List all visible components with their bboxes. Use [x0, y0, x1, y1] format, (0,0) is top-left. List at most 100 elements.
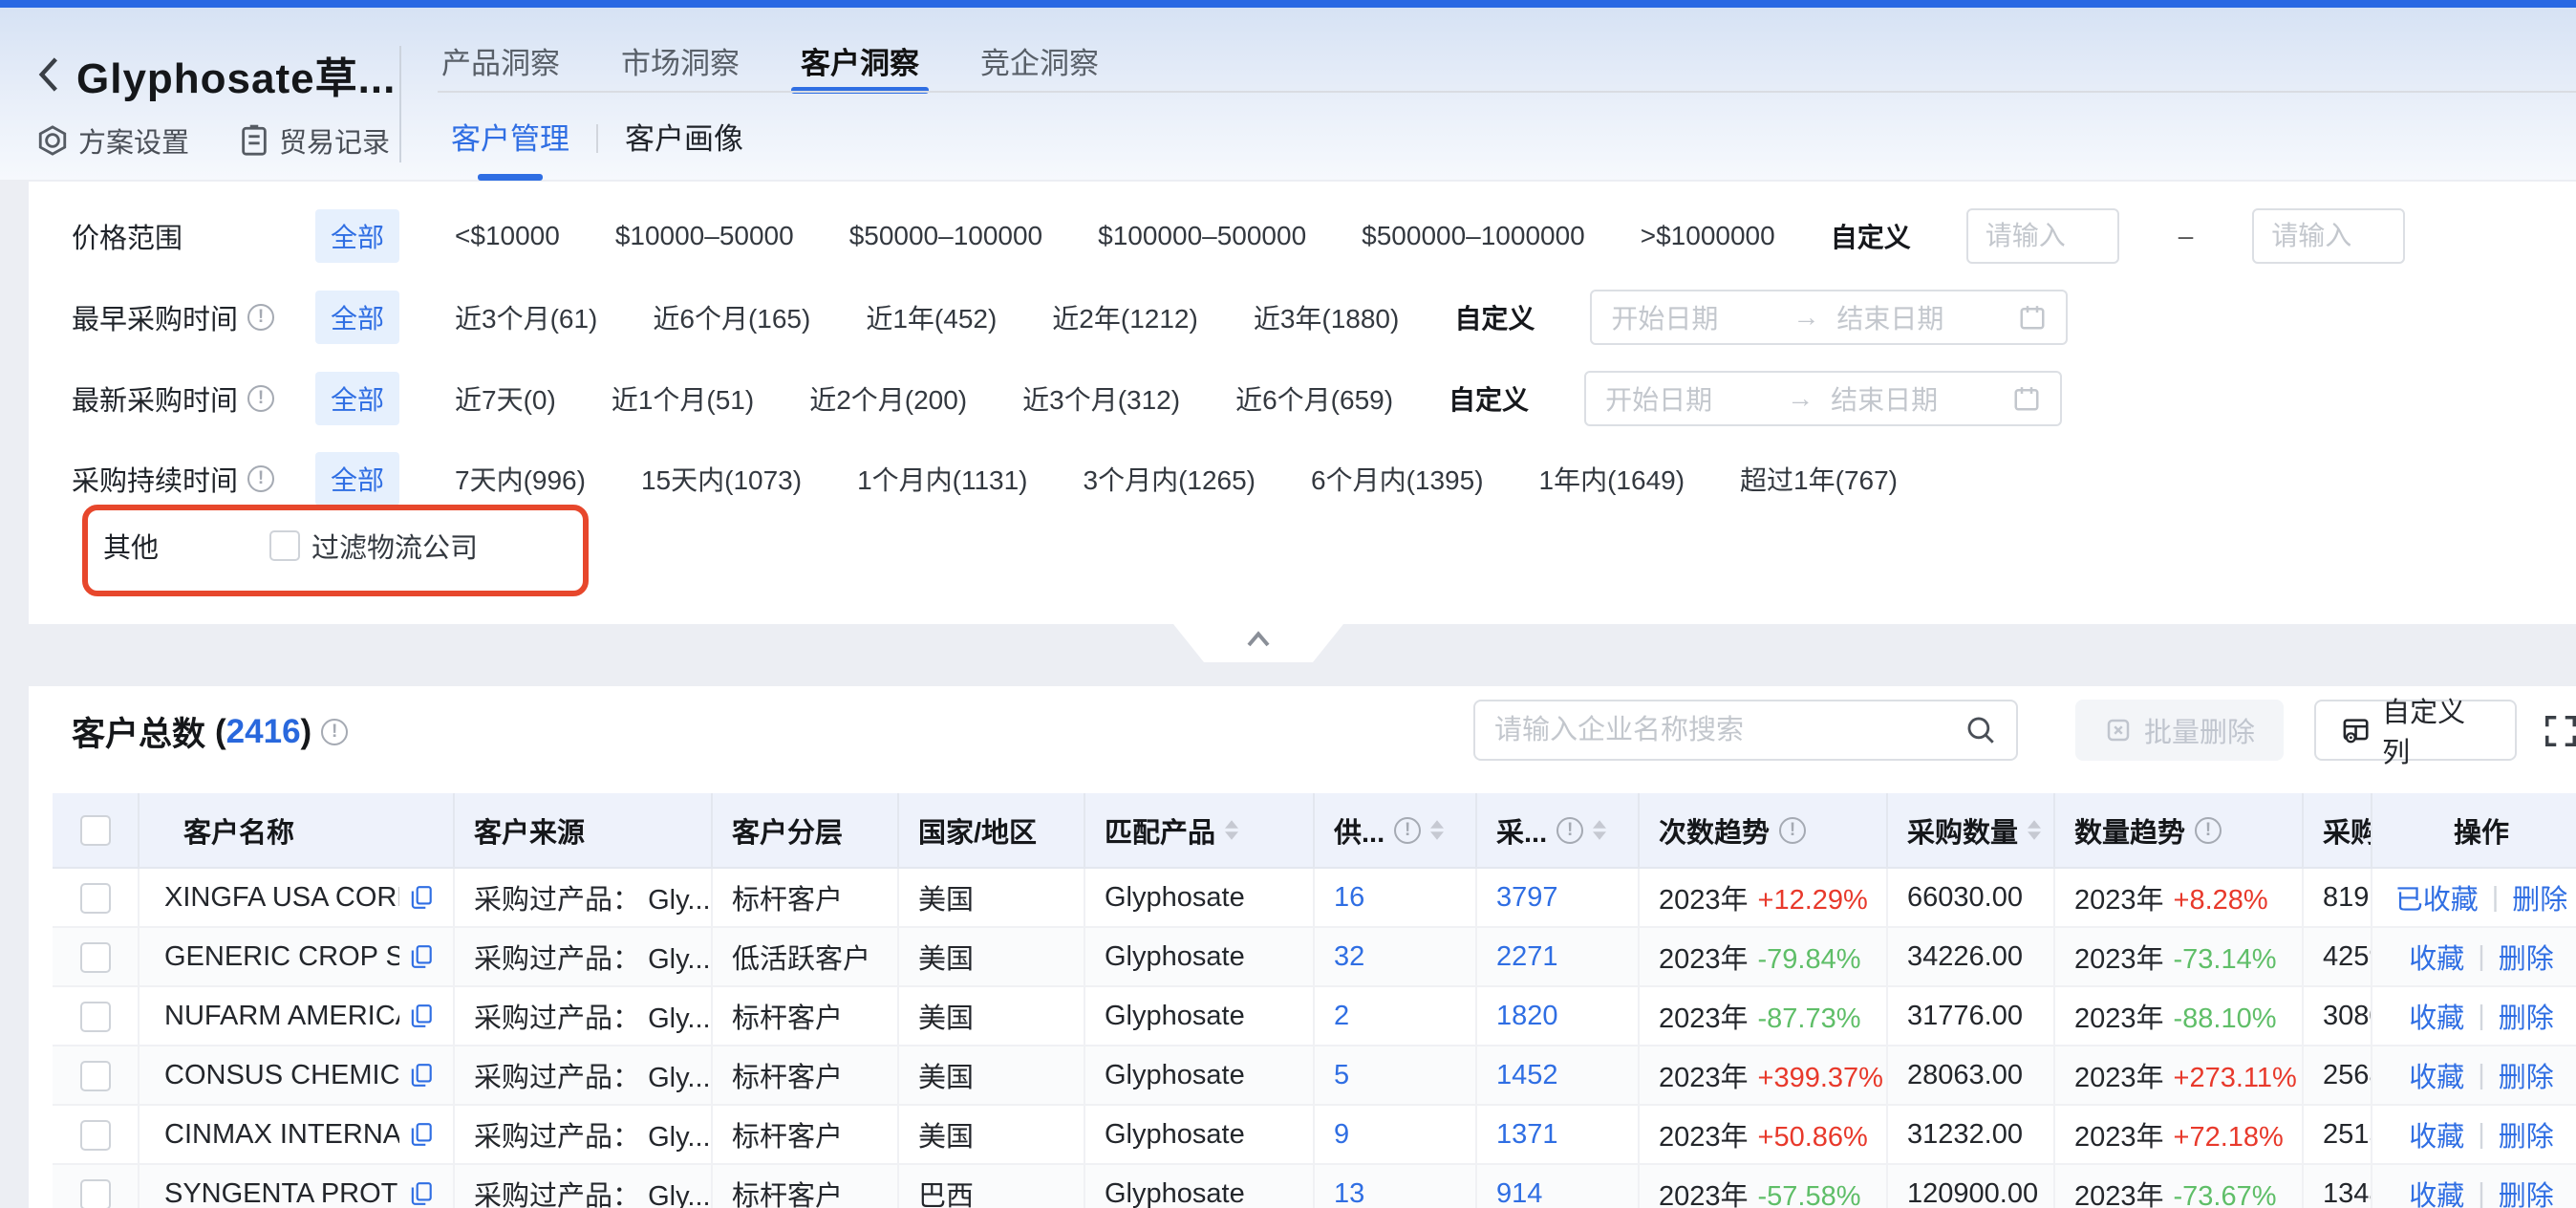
price-max-input[interactable] — [2252, 208, 2405, 264]
sort-icon[interactable] — [2028, 820, 2041, 840]
delete-button[interactable]: 删除 — [2499, 1174, 2554, 1208]
copy-icon[interactable] — [409, 1121, 434, 1148]
delete-button[interactable]: 删除 — [2499, 937, 2554, 977]
filter-option-all[interactable]: 全部 — [315, 372, 399, 425]
earliest-date-range-picker[interactable]: 开始日期 → 结束日期 — [1590, 290, 2068, 345]
delete-button[interactable]: 删除 — [2499, 1055, 2554, 1095]
filter-option[interactable]: 近7天(0) — [455, 379, 556, 418]
delete-button[interactable]: 删除 — [2499, 996, 2554, 1036]
filter-option-all[interactable]: 全部 — [315, 452, 399, 506]
customer-name[interactable]: NUFARM AMERICAS, — [164, 1001, 399, 1032]
filter-option[interactable]: <$10000 — [455, 221, 560, 251]
filter-option[interactable]: $100000–500000 — [1098, 221, 1306, 251]
info-icon[interactable]: ! — [247, 304, 274, 331]
filter-option[interactable]: 近6个月(165) — [653, 298, 810, 336]
suppliers-link[interactable]: 9 — [1334, 1119, 1349, 1150]
customize-columns-button[interactable]: 自定义列 — [2314, 700, 2517, 761]
filter-option[interactable]: 1个月内(1131) — [857, 460, 1027, 498]
plan-settings-button[interactable]: 方案设置 — [36, 120, 189, 161]
row-checkbox[interactable] — [80, 1002, 111, 1032]
purchase-count-link[interactable]: 1820 — [1496, 1001, 1558, 1031]
copy-icon[interactable] — [409, 943, 434, 970]
sort-icon[interactable] — [1225, 820, 1238, 840]
subtab-customer-management[interactable]: 客户管理 — [451, 115, 569, 173]
filter-option[interactable]: 近1个月(51) — [612, 379, 754, 418]
purchase-count-link[interactable]: 914 — [1496, 1178, 1542, 1208]
info-icon[interactable]: ! — [1779, 817, 1806, 844]
custom-range-label[interactable]: 自定义 — [1831, 217, 1911, 255]
purchase-count-link[interactable]: 1371 — [1496, 1119, 1558, 1150]
delete-button[interactable]: 删除 — [2499, 1114, 2554, 1154]
custom-range-label[interactable]: 自定义 — [1449, 379, 1529, 418]
suppliers-link[interactable]: 13 — [1334, 1178, 1364, 1208]
filter-option[interactable]: 6个月内(1395) — [1311, 460, 1484, 498]
fullscreen-icon[interactable] — [2543, 713, 2576, 749]
filter-option[interactable]: 近6个月(659) — [1235, 379, 1393, 418]
customer-name[interactable]: SYNGENTA PROTEC — [164, 1178, 399, 1208]
filter-logistics-checkbox[interactable] — [269, 530, 300, 561]
info-icon[interactable]: ! — [247, 385, 274, 412]
select-all-checkbox[interactable] — [80, 815, 111, 846]
filter-logistics-checkbox-label[interactable]: 过滤物流公司 — [311, 526, 478, 566]
info-icon[interactable]: ! — [1394, 817, 1421, 844]
info-icon[interactable]: ! — [1556, 817, 1583, 844]
purchase-count-link[interactable]: 2271 — [1496, 941, 1558, 972]
search-icon[interactable] — [1964, 714, 1997, 746]
filter-option[interactable]: 近3个月(61) — [455, 298, 597, 336]
filter-collapse-toggle[interactable] — [1173, 624, 1343, 662]
subtab-customer-profile[interactable]: 客户画像 — [625, 115, 743, 173]
filter-option[interactable]: >$1000000 — [1641, 221, 1775, 251]
tab-competitor-insight[interactable]: 竞企洞察 — [977, 29, 1103, 92]
filter-option[interactable]: 近1年(452) — [866, 298, 997, 336]
filter-option[interactable]: 1年内(1649) — [1539, 460, 1685, 498]
filter-option[interactable]: 近2年(1212) — [1052, 298, 1198, 336]
copy-icon[interactable] — [409, 884, 434, 911]
customer-name[interactable]: XINGFA USA CORPO — [164, 882, 399, 914]
row-checkbox[interactable] — [80, 883, 111, 914]
row-checkbox[interactable] — [80, 1179, 111, 1208]
customer-name[interactable]: CONSUS CHEMICAL — [164, 1060, 399, 1091]
suppliers-link[interactable]: 16 — [1334, 882, 1364, 913]
filter-option[interactable]: 近3年(1880) — [1254, 298, 1400, 336]
purchase-count-link[interactable]: 3797 — [1496, 882, 1558, 913]
row-checkbox[interactable] — [80, 1120, 111, 1151]
filter-option[interactable]: 3个月内(1265) — [1084, 460, 1256, 498]
favorite-button[interactable]: 收藏 — [2409, 1114, 2464, 1154]
info-icon[interactable]: ! — [321, 719, 348, 745]
price-min-input[interactable] — [1966, 208, 2119, 264]
info-icon[interactable]: ! — [247, 465, 274, 492]
filter-option[interactable]: $10000–50000 — [615, 221, 794, 251]
purchase-count-link[interactable]: 1452 — [1496, 1060, 1558, 1090]
favorite-button[interactable]: 收藏 — [2409, 937, 2464, 977]
suppliers-link[interactable]: 32 — [1334, 941, 1364, 972]
delete-button[interactable]: 删除 — [2512, 877, 2567, 917]
row-checkbox[interactable] — [80, 942, 111, 973]
custom-range-label[interactable]: 自定义 — [1454, 298, 1535, 336]
copy-icon[interactable] — [409, 1062, 434, 1089]
customer-name[interactable]: GENERIC CROP SCI — [164, 941, 399, 973]
latest-date-range-picker[interactable]: 开始日期 → 结束日期 — [1584, 371, 2062, 426]
tab-customer-insight[interactable]: 客户洞察 — [797, 29, 923, 92]
filter-option[interactable]: $500000–1000000 — [1362, 221, 1585, 251]
filter-option[interactable]: 超过1年(767) — [1740, 460, 1898, 498]
filter-option-all[interactable]: 全部 — [315, 291, 399, 344]
filter-option[interactable]: 近2个月(200) — [809, 379, 967, 418]
sort-icon[interactable] — [1430, 820, 1444, 840]
favorite-button[interactable]: 收藏 — [2409, 996, 2464, 1036]
copy-icon[interactable] — [409, 1180, 434, 1207]
filter-option[interactable]: 近3个月(312) — [1022, 379, 1180, 418]
favorite-button[interactable]: 收藏 — [2409, 1055, 2464, 1095]
filter-option[interactable]: 7天内(996) — [455, 460, 586, 498]
suppliers-link[interactable]: 2 — [1334, 1001, 1349, 1031]
suppliers-link[interactable]: 5 — [1334, 1060, 1349, 1090]
company-search-input[interactable] — [1494, 715, 1964, 746]
info-icon[interactable]: ! — [2195, 817, 2222, 844]
copy-icon[interactable] — [409, 1003, 434, 1029]
favorite-button[interactable]: 已收藏 — [2395, 877, 2479, 917]
tab-product-insight[interactable]: 产品洞察 — [438, 29, 564, 92]
filter-option[interactable]: 15天内(1073) — [641, 460, 802, 498]
filter-option-all[interactable]: 全部 — [315, 209, 399, 263]
batch-delete-button[interactable]: 批量删除 — [2075, 700, 2284, 761]
favorite-button[interactable]: 收藏 — [2409, 1174, 2464, 1208]
customer-name[interactable]: CINMAX INTERNATIO — [164, 1119, 399, 1151]
